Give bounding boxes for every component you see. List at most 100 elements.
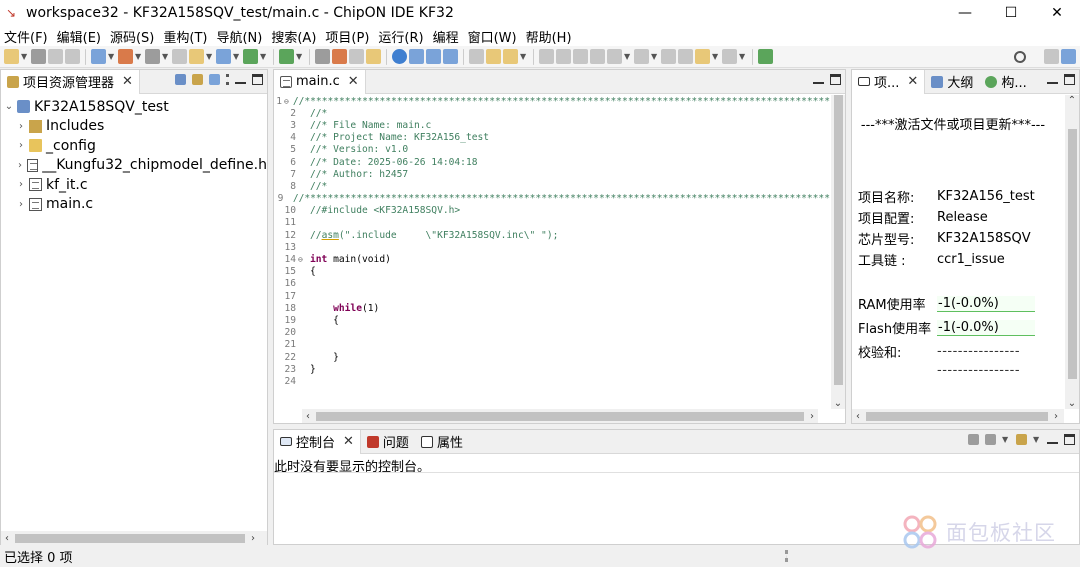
code-line[interactable]: 9 //*************************************…	[274, 193, 830, 205]
dropdown-arrow-icon[interactable]: ▼	[739, 52, 747, 61]
dropdown-arrow-icon[interactable]: ▼	[1002, 435, 1010, 444]
link-editor-icon[interactable]	[192, 74, 203, 85]
dropdown-arrow-icon[interactable]: ▼	[206, 52, 214, 61]
scroll-left-icon[interactable]: ‹	[852, 411, 864, 422]
menu-edit[interactable]: 编辑(E)	[57, 27, 101, 46]
dropdown-arrow-icon[interactable]: ▼	[108, 52, 116, 61]
maximize-button[interactable]: ☐	[988, 0, 1034, 26]
scrollbar-thumb[interactable]	[15, 533, 245, 543]
open-folder-icon[interactable]	[486, 49, 501, 64]
search-icon[interactable]	[1014, 50, 1026, 63]
menu-run[interactable]: 运行(R)	[378, 27, 423, 46]
menu-source[interactable]: 源码(S)	[110, 27, 154, 46]
explorer-horizontal-scrollbar[interactable]: ‹ ›	[1, 531, 267, 545]
scrollbar-thumb[interactable]	[316, 411, 804, 421]
code-line[interactable]: 21	[274, 339, 830, 351]
code-line[interactable]: 16	[274, 278, 830, 290]
minimize-icon[interactable]	[1047, 436, 1058, 444]
fold-toggle-icon[interactable]: ⊖	[298, 255, 306, 264]
editor-horizontal-scrollbar[interactable]: ‹ ›	[302, 409, 818, 423]
maximize-icon[interactable]	[252, 74, 263, 85]
expand-chevron-icon[interactable]: ›	[15, 121, 27, 132]
debug-icon[interactable]	[279, 49, 294, 64]
tree-item-main-c[interactable]: › main.c	[1, 195, 267, 215]
menu-help[interactable]: 帮助(H)	[526, 27, 572, 46]
open-console-icon[interactable]	[1016, 434, 1027, 445]
menu-refactor[interactable]: 重构(T)	[163, 27, 207, 46]
tab-project-explorer[interactable]: 项目资源管理器 ✕	[1, 69, 140, 94]
menu-project[interactable]: 项目(P)	[325, 27, 369, 46]
dropdown-arrow-icon[interactable]: ▼	[296, 52, 304, 61]
registers-icon[interactable]	[469, 49, 484, 64]
tree-item-kf-it[interactable]: › kf_it.c	[1, 175, 267, 195]
scrollbar-thumb[interactable]	[1068, 129, 1077, 379]
scroll-down-icon[interactable]: ⌄	[831, 398, 845, 409]
close-icon[interactable]: ✕	[348, 74, 359, 89]
menu-window[interactable]: 窗口(W)	[468, 27, 517, 46]
pen-icon[interactable]	[503, 49, 518, 64]
expand-chevron-icon[interactable]: ›	[15, 199, 27, 210]
maximize-icon[interactable]	[1064, 434, 1075, 445]
code-line[interactable]: 23}	[274, 363, 830, 375]
dropdown-arrow-icon[interactable]: ▼	[1033, 435, 1041, 444]
run-icon[interactable]	[243, 49, 258, 64]
dropdown-arrow-icon[interactable]: ▼	[162, 52, 170, 61]
minimize-button[interactable]: —	[942, 0, 988, 26]
build-icon[interactable]	[118, 49, 133, 64]
close-button[interactable]: ✕	[1034, 0, 1080, 26]
code-line[interactable]: 19 {	[274, 314, 830, 326]
skip-breakpoints-icon[interactable]	[315, 49, 330, 64]
scrollbar-thumb[interactable]	[866, 411, 1048, 421]
download-icon[interactable]	[189, 49, 204, 64]
tree-item-config[interactable]: › _config	[1, 136, 267, 156]
minimize-icon[interactable]	[813, 76, 824, 84]
menu-file[interactable]: 文件(F)	[4, 27, 48, 46]
menu-program[interactable]: 编程	[433, 27, 459, 46]
scrollbar-thumb[interactable]	[834, 95, 843, 385]
expand-chevron-icon[interactable]: ›	[15, 140, 27, 151]
dropdown-arrow-icon[interactable]: ▼	[651, 52, 659, 61]
step-into-icon[interactable]	[409, 49, 424, 64]
last-edit-icon[interactable]	[661, 49, 676, 64]
view-menu-icon[interactable]	[226, 74, 229, 85]
scroll-left-icon[interactable]: ‹	[1, 533, 13, 544]
tab-properties[interactable]: 属性	[415, 430, 469, 454]
tab-problems[interactable]: 问题	[361, 430, 415, 454]
tab-build-targets[interactable]: 构...	[979, 70, 1032, 94]
save-icon[interactable]	[31, 49, 46, 64]
code-line[interactable]: 24	[274, 375, 830, 387]
tree-item-includes[interactable]: › Includes	[1, 117, 267, 137]
mark-icon[interactable]	[539, 49, 554, 64]
dropdown-arrow-icon[interactable]: ▼	[712, 52, 720, 61]
print-icon[interactable]	[65, 49, 80, 64]
code-line[interactable]: 1 ⊖//************************************…	[274, 95, 830, 107]
cpp-perspective-icon[interactable]	[1061, 49, 1076, 64]
display-console-icon[interactable]	[985, 434, 996, 445]
code-line[interactable]: 12 //asm(".include \"KF32A158SQV.inc\" ")…	[274, 229, 830, 241]
code-line[interactable]: 2 //*	[274, 107, 830, 119]
code-line[interactable]: 20	[274, 327, 830, 339]
scroll-left-icon[interactable]: ‹	[302, 411, 314, 422]
code-line[interactable]: 14 ⊖ int main(void)	[274, 253, 830, 265]
editor-vertical-scrollbar[interactable]: ⌄	[831, 95, 845, 409]
scroll-up-icon[interactable]: ⌃	[1065, 95, 1079, 106]
block-select-icon[interactable]	[556, 49, 571, 64]
pin-console-icon[interactable]	[968, 434, 979, 445]
settings-icon[interactable]	[91, 49, 106, 64]
filter-icon[interactable]	[209, 74, 220, 85]
info-vertical-scrollbar[interactable]: ⌃ ⌄	[1065, 95, 1079, 409]
dropdown-arrow-icon[interactable]: ▼	[21, 52, 29, 61]
dropdown-arrow-icon[interactable]: ▼	[233, 52, 241, 61]
scroll-down-icon[interactable]: ⌄	[1065, 398, 1079, 409]
save-all-icon[interactable]	[48, 49, 63, 64]
tree-item-chipmodel-header[interactable]: › __Kungfu32_chipmodel_define.h	[1, 156, 267, 176]
tab-outline[interactable]: 大纲	[925, 70, 979, 94]
erase-icon[interactable]	[332, 49, 347, 64]
connect-icon[interactable]	[392, 49, 407, 64]
dropdown-arrow-icon[interactable]: ▼	[624, 52, 632, 61]
code-editor[interactable]: 1 ⊖ //************************************…	[274, 95, 830, 408]
code-line[interactable]: 15 {	[274, 266, 830, 278]
tree-item-project[interactable]: ⌄ KF32A158SQV_test	[1, 97, 267, 117]
open-perspective-icon[interactable]	[758, 49, 773, 64]
step-over-icon[interactable]	[426, 49, 441, 64]
